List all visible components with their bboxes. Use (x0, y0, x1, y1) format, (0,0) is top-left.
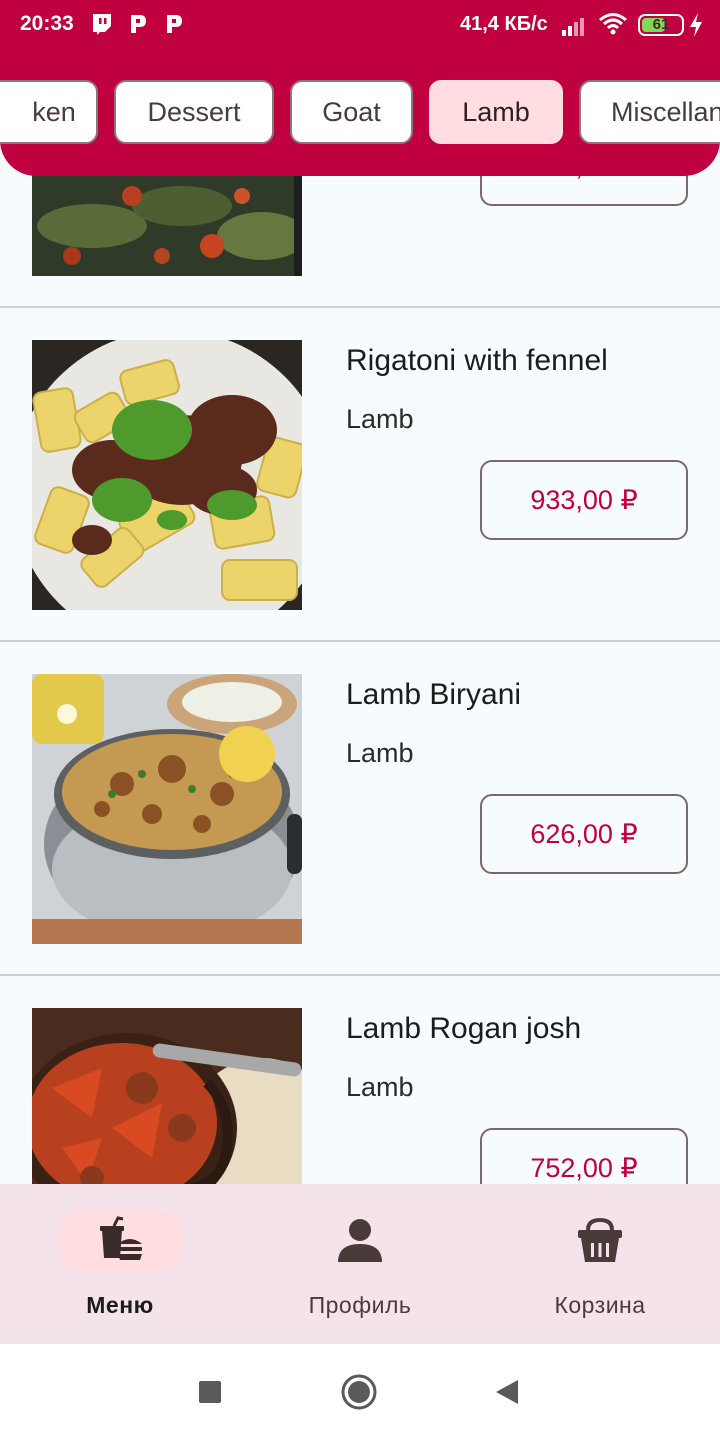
category-chip[interactable]: Goat (290, 80, 413, 144)
category-chip[interactable]: Dessert (114, 80, 274, 144)
charging-icon (690, 13, 702, 37)
signal-icon (562, 18, 584, 36)
dish-name: Rigatoni with fennel (346, 344, 608, 377)
price-button[interactable]: 752,00 ₽ (480, 1128, 688, 1184)
nav-item-profile[interactable]: Профиль (240, 1184, 480, 1344)
dish-name: Lamb Biryani (346, 678, 522, 711)
menu-item[interactable]: Lamb Rogan josh Lamb 752,00 ₽ (0, 976, 720, 1184)
nav-item-cart[interactable]: Корзина (480, 1184, 720, 1344)
dish-category: Lamb (346, 738, 414, 768)
category-chips[interactable]: ken Dessert Goat Lamb Miscellan (0, 80, 720, 144)
status-bar: 20:33 41,4 КБ/с 61 (0, 0, 720, 50)
category-chip[interactable]: Miscellan (579, 80, 720, 144)
category-chip-active[interactable]: Lamb (429, 80, 563, 144)
battery-level: 61 (652, 16, 670, 33)
basket-icon (578, 1217, 622, 1262)
bottom-navigation: Меню Профиль Корзина (0, 1184, 720, 1344)
dish-image (32, 1008, 302, 1184)
nav-label: Меню (86, 1292, 154, 1318)
p-icon (131, 15, 146, 33)
dish-category: Lamb (346, 1072, 414, 1102)
battery-icon: 61 (638, 14, 684, 36)
dish-name: Lamb Rogan josh (346, 1012, 582, 1045)
nav-label: Профиль (308, 1292, 412, 1318)
system-navigation-bar (0, 1344, 720, 1440)
dish-category: Lamb (346, 404, 414, 434)
nav-label: Корзина (554, 1292, 646, 1318)
category-header: 20:33 41,4 КБ/с 61 ken Dessert Goat Lamb… (0, 0, 720, 176)
status-time: 20:33 (20, 12, 74, 35)
dish-image (32, 340, 302, 610)
twitch-icon (93, 14, 111, 35)
fastfood-icon (100, 1216, 142, 1260)
dish-image (32, 674, 302, 944)
nav-item-menu[interactable]: Меню (0, 1184, 240, 1344)
recents-icon[interactable] (192, 1374, 228, 1410)
wifi-icon (599, 13, 627, 35)
menu-item[interactable]: Lamb Biryani Lamb 626,00 ₽ (0, 642, 720, 976)
menu-list[interactable]: 495,00 ₽ (0, 0, 720, 1184)
p-icon (167, 15, 182, 33)
price-button[interactable]: 626,00 ₽ (480, 794, 688, 874)
home-icon[interactable] (341, 1374, 377, 1410)
category-chip[interactable]: ken (0, 80, 98, 144)
menu-item[interactable]: Rigatoni with fennel Lamb 933,00 ₽ (0, 308, 720, 642)
back-icon[interactable] (490, 1374, 526, 1410)
person-icon (338, 1219, 382, 1262)
price-button[interactable]: 933,00 ₽ (480, 460, 688, 540)
network-speed: 41,4 КБ/с (460, 13, 548, 35)
